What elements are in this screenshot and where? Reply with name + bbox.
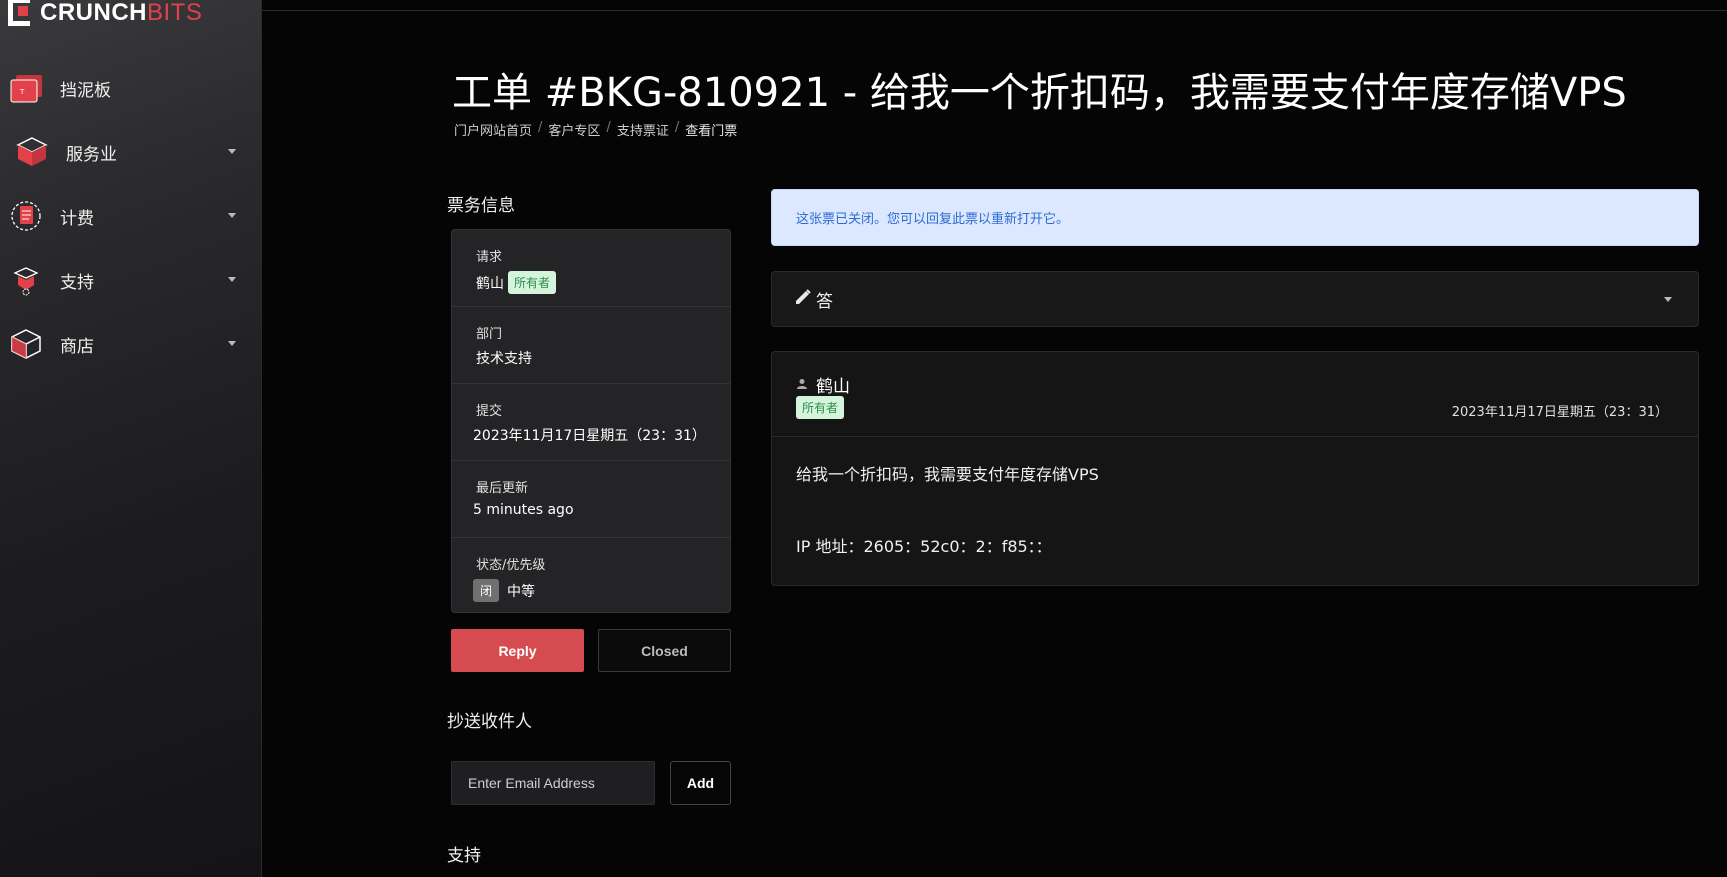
- services-box-icon: [12, 132, 52, 172]
- sidebar: CRUNCHBITS T 挡泥板 服务业 计费 支持 商店: [0, 0, 262, 877]
- reply-toggle-label: 答: [816, 291, 833, 312]
- sidebar-item-label: 计费: [60, 208, 94, 229]
- sidebar-item-label: 服务业: [66, 144, 117, 165]
- ticket-closed-alert: 这张票已关闭。您可以回复此票以重新打开它。: [771, 189, 1699, 246]
- breadcrumb-support-tickets[interactable]: 支持票证: [617, 120, 669, 139]
- svg-text:T: T: [19, 88, 25, 96]
- message-body: 给我一个折扣码，我需要支付年度存储VPS IP 地址：2605：52c0：2：f…: [772, 437, 1698, 586]
- department-value: 技术支持: [476, 351, 532, 367]
- breadcrumb-home[interactable]: 门户网站首页: [454, 120, 532, 139]
- sidebar-item-services[interactable]: 服务业: [0, 120, 262, 184]
- status-badge: 闭: [473, 579, 500, 602]
- support-section-title: 支持: [447, 846, 481, 866]
- priority-value: 中等: [507, 583, 536, 600]
- support-icon: [6, 260, 46, 300]
- email-input[interactable]: [451, 761, 655, 805]
- add-email-button[interactable]: Add: [670, 761, 731, 805]
- last-updated-value: 5 minutes ago: [473, 502, 574, 518]
- sidebar-item-billing[interactable]: 计费: [0, 184, 262, 248]
- owner-badge: 所有者: [508, 271, 557, 294]
- sidebar-item-label: 挡泥板: [60, 80, 111, 101]
- ticket-message: 鹤山 所有者 2023年11月17日星期五（23：31） 给我一个折扣码，我需要…: [771, 351, 1699, 586]
- sidebar-item-label: 支持: [60, 272, 94, 293]
- sidebar-item-dashboard[interactable]: T 挡泥板: [0, 56, 262, 120]
- owner-badge: 所有者: [796, 396, 845, 419]
- user-icon: [796, 375, 808, 395]
- info-status-priority: 状态/优先级 闭 中等: [452, 538, 730, 615]
- store-box-icon: [6, 324, 46, 364]
- pencil-icon: [794, 288, 812, 310]
- info-requestor: 请求 鹤山 所有者: [452, 230, 730, 307]
- dashboard-icon: T: [6, 68, 46, 108]
- info-department: 部门 技术支持: [452, 307, 730, 384]
- reply-toggle[interactable]: 答: [771, 271, 1699, 327]
- sidebar-nav: T 挡泥板 服务业 计费 支持 商店: [0, 56, 262, 376]
- chevron-down-icon: [228, 213, 236, 218]
- sidebar-item-store[interactable]: 商店: [0, 312, 262, 376]
- cc-recipients-title: 抄送收件人: [447, 712, 532, 732]
- crunchbits-logo[interactable]: CRUNCHBITS: [6, 0, 202, 30]
- reply-button[interactable]: Reply: [451, 629, 584, 672]
- chevron-down-icon: [228, 149, 236, 154]
- ticket-info-card: 请求 鹤山 所有者 部门 技术支持 提交 2023年11月17日星期五（23：3…: [451, 229, 731, 613]
- info-submitted: 提交 2023年11月17日星期五（23：31）: [452, 384, 730, 461]
- closed-button[interactable]: Closed: [598, 629, 731, 672]
- message-header: 鹤山 所有者 2023年11月17日星期五（23：31）: [772, 352, 1698, 437]
- page-title: 工单 #BKG-810921 - 给我一个折扣码，我需要支付年度存储VPS: [452, 70, 1627, 116]
- breadcrumb-current: 查看门票: [685, 124, 738, 139]
- submitted-value: 2023年11月17日星期五（23：31）: [473, 428, 706, 444]
- requestor-name: 鹤山: [476, 275, 504, 292]
- header-divider: [262, 10, 1727, 11]
- logo-text: CRUNCHBITS: [40, 0, 203, 26]
- billing-icon: [6, 196, 46, 236]
- alert-text: 这张票已关闭。您可以回复此票以重新打开它。: [796, 212, 1070, 227]
- logo-mark-icon: [6, 0, 46, 28]
- breadcrumb: 门户网站首页 / 客户专区 / 支持票证 / 查看门票: [454, 120, 738, 139]
- chevron-down-icon: [228, 341, 236, 346]
- message-author: 鹤山: [816, 377, 850, 397]
- message-line: 给我一个折扣码，我需要支付年度存储VPS: [796, 465, 1099, 484]
- chevron-down-icon: [1664, 297, 1672, 302]
- sidebar-item-label: 商店: [60, 336, 94, 357]
- chevron-down-icon: [228, 277, 236, 282]
- info-last-updated: 最后更新 5 minutes ago: [452, 461, 730, 538]
- breadcrumb-client-area[interactable]: 客户专区: [548, 120, 600, 139]
- message-date: 2023年11月17日星期五（23：31）: [1451, 405, 1668, 420]
- ticket-info-title: 票务信息: [447, 196, 515, 216]
- sidebar-item-support[interactable]: 支持: [0, 248, 262, 312]
- message-line: IP 地址：2605：52c0：2：f85：：: [796, 537, 1052, 557]
